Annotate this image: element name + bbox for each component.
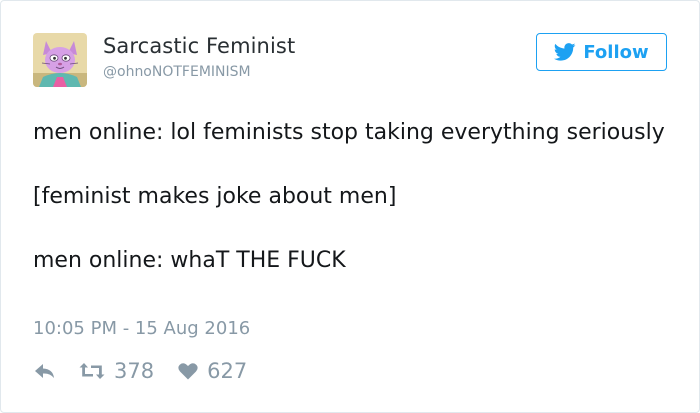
tweet-text: men online: lol feminists stop taking ev… [33,117,673,277]
reply-icon [35,364,54,378]
tweet-card: Sarcastic Feminist @ohnoNOTFEMINISM Foll… [0,0,700,413]
user-handle[interactable]: @ohnoNOTFEMINISM [103,64,251,80]
follow-button[interactable]: Follow [536,33,667,71]
tweet-line: men online: whaT THE FUCK [33,248,346,273]
heart-icon [178,363,198,380]
like-count: 627 [207,359,248,383]
twitter-bird-icon [554,43,576,61]
reply-button[interactable] [33,361,57,381]
tweet-line: men online: lol feminists stop taking ev… [33,120,665,145]
cartoon-cat-avatar-icon [33,33,87,87]
retweet-button[interactable]: 378 [79,359,154,383]
tweet-line: [feminist makes joke about men] [33,184,397,209]
retweet-count: 378 [114,359,155,383]
follow-button-label: Follow [583,41,649,63]
like-button[interactable]: 627 [178,359,247,383]
avatar[interactable] [33,33,87,87]
tweet-actions: 378 627 [33,356,247,386]
display-name[interactable]: Sarcastic Feminist [103,34,295,58]
tweet-timestamp[interactable]: 10:05 PM - 15 Aug 2016 [33,318,250,339]
retweet-icon [79,363,105,379]
